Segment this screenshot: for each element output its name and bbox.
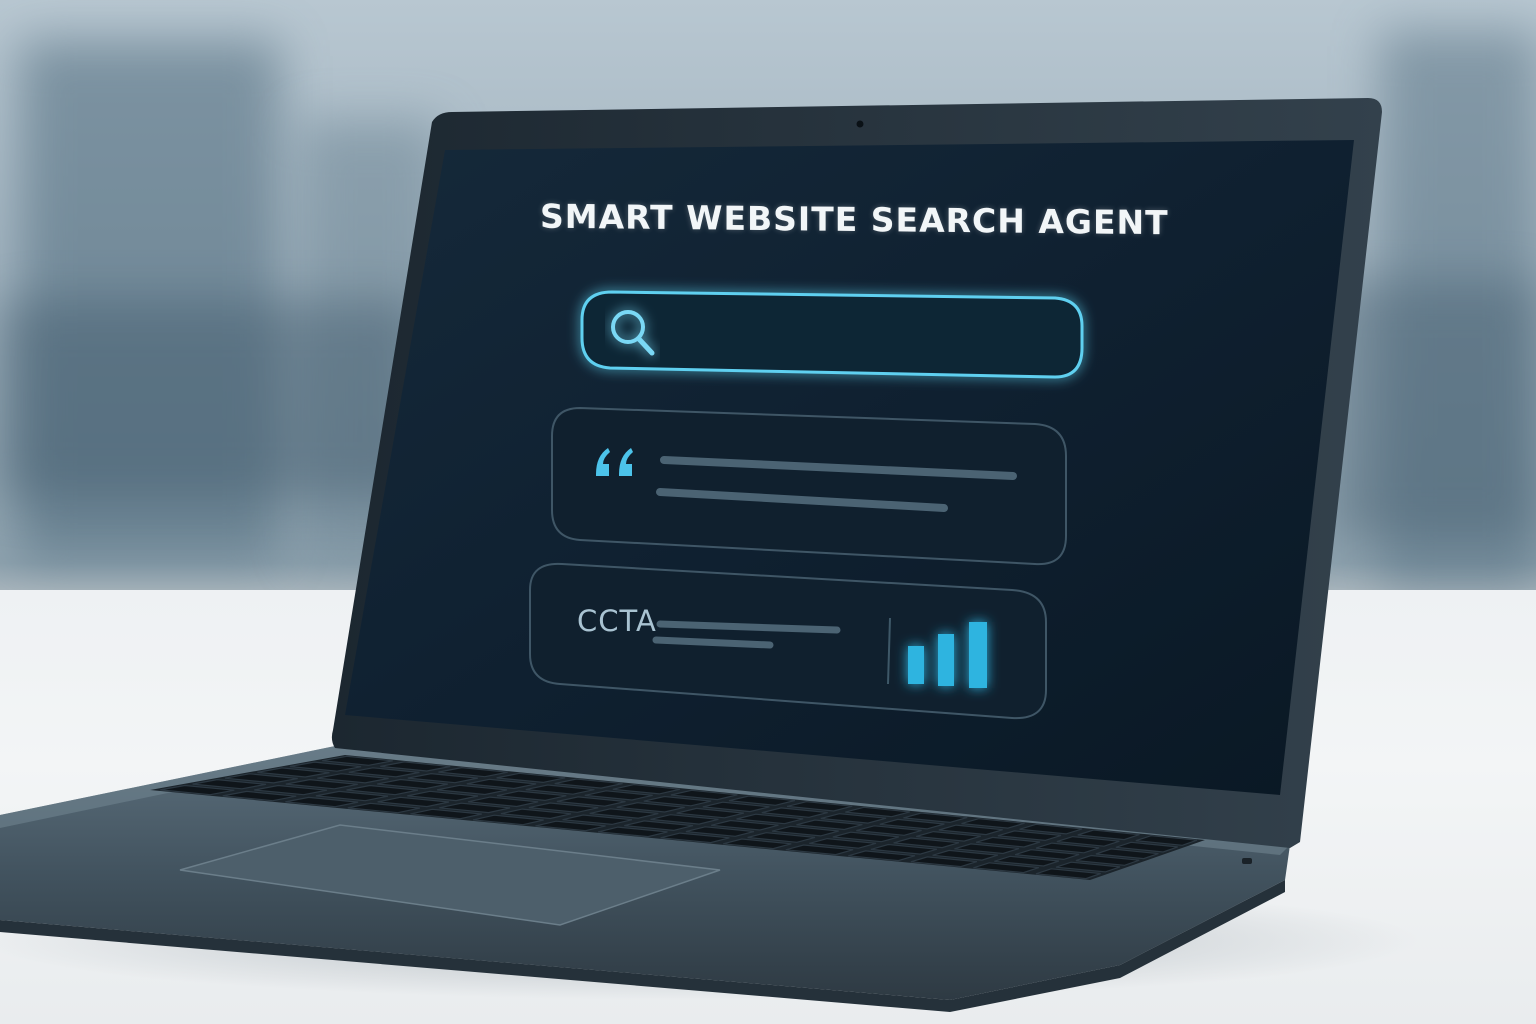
usb-port	[1242, 858, 1252, 864]
cta-label: CCTA	[577, 604, 657, 638]
quote-card[interactable]	[551, 406, 1067, 566]
search-input[interactable]	[580, 290, 1084, 379]
text-line-placeholder	[652, 636, 774, 649]
laptop	[0, 98, 1420, 1012]
card-frame	[551, 406, 1067, 566]
search-bar[interactable]	[580, 290, 1084, 379]
webcam	[855, 119, 865, 129]
photo-scene: SMART WEBSITE SEARCH AGENT CCTA	[0, 0, 1536, 1024]
page-title: SMART WEBSITE SEARCH AGENT	[540, 196, 1169, 243]
